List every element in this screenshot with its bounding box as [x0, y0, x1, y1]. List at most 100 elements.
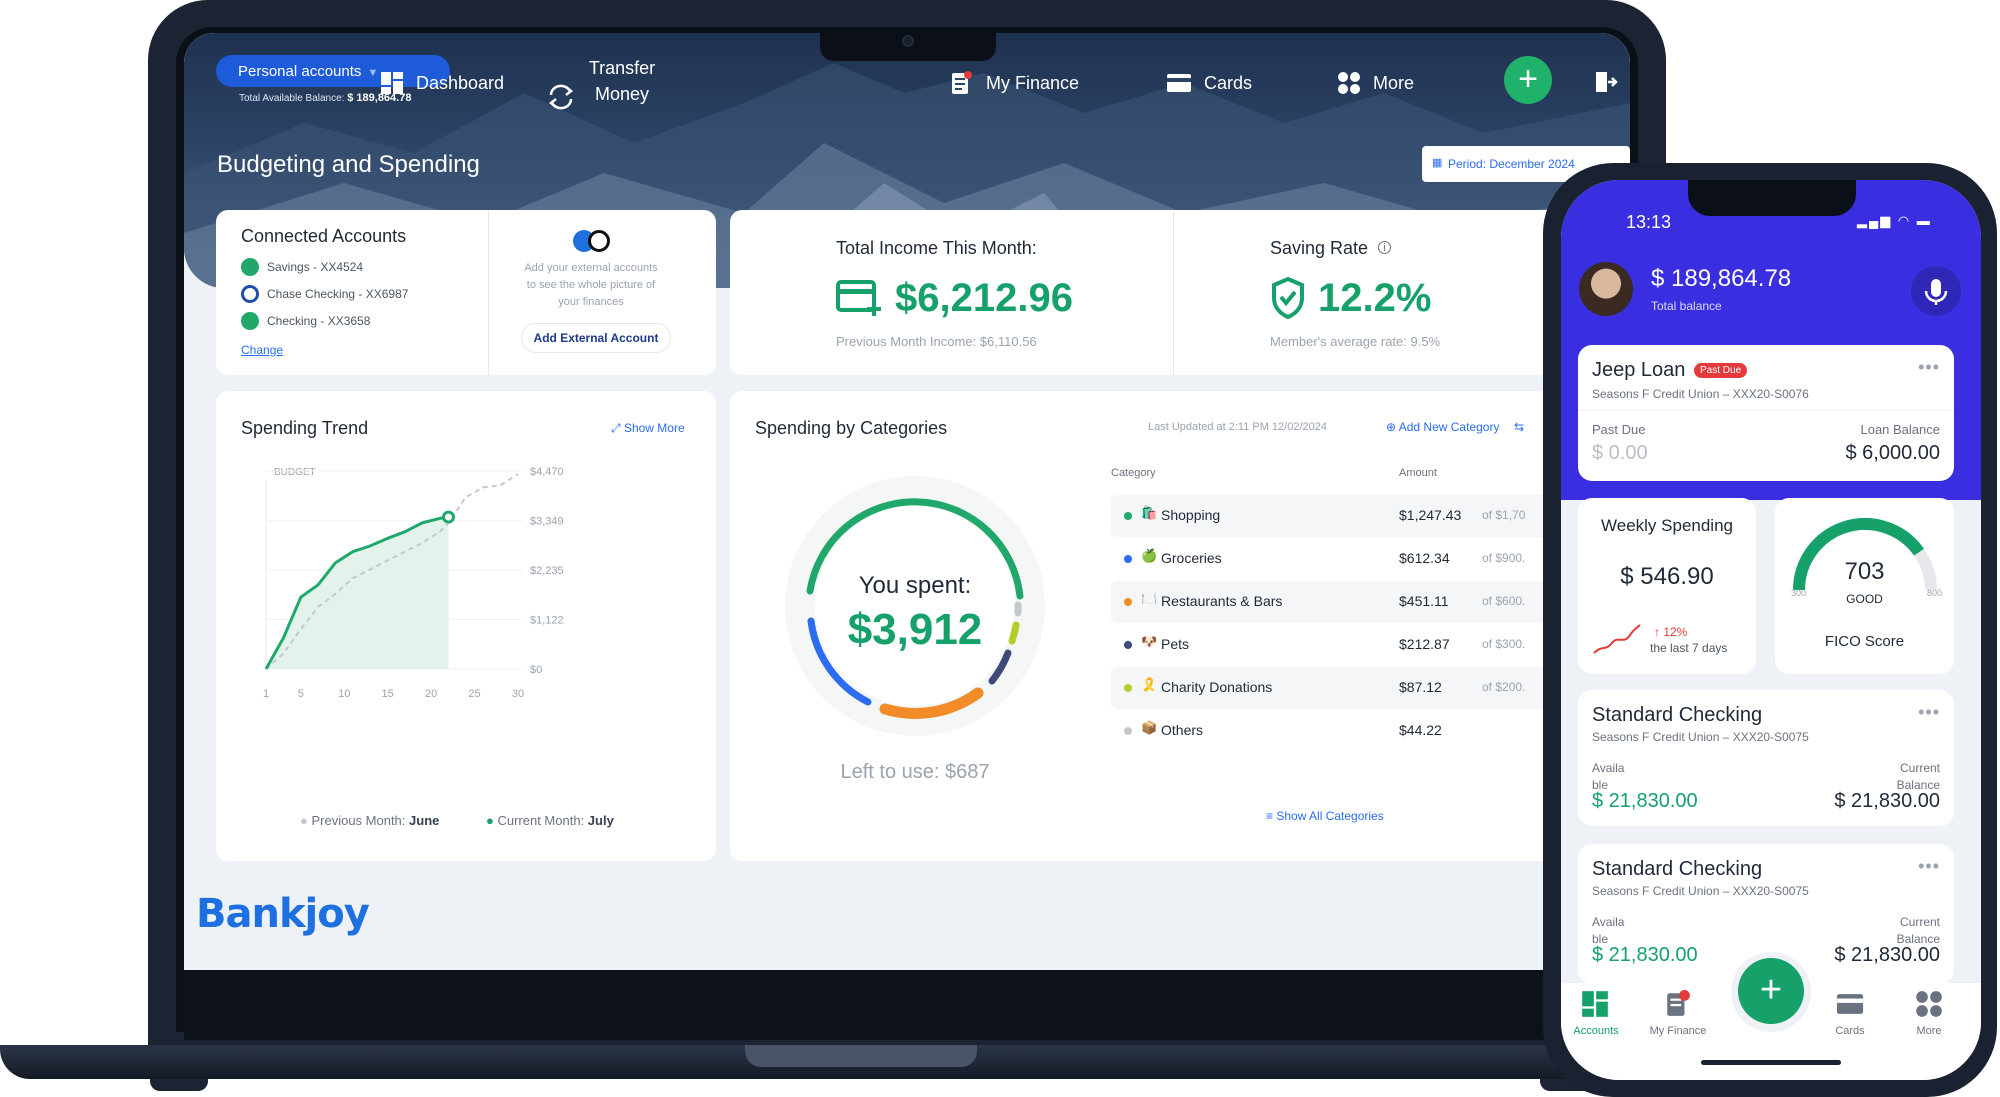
status-time: 13:13	[1626, 212, 1672, 232]
available-value: $ 21,830.00	[1592, 944, 1698, 966]
dashboard-icon	[381, 72, 403, 94]
phone-balance-label: Total balance	[1651, 299, 1722, 313]
ext-text-line: your finances	[558, 296, 624, 308]
categories-title: Spending by Categories	[755, 418, 948, 438]
category-amount: $451.11	[1399, 593, 1449, 609]
chevron-down-icon: ▼	[367, 67, 379, 79]
expand-icon: ⤢	[611, 421, 624, 435]
more-options-icon[interactable]: •••	[1918, 702, 1940, 723]
available-label: Availa	[1592, 761, 1625, 775]
current-balance-value: $ 21,830.00	[1834, 944, 1940, 966]
category-name: Others	[1161, 722, 1204, 738]
laptop-trackpad-notch	[745, 1045, 977, 1067]
transfer-icon[interactable]	[546, 83, 576, 111]
more-options-icon[interactable]: •••	[1918, 357, 1940, 378]
you-spent-label: You spent:	[858, 572, 972, 599]
sort-icon[interactable]: ⇆	[1514, 420, 1524, 434]
finance-document-icon	[1667, 990, 1690, 1016]
show-all-categories-link[interactable]: ≡ Show All Categories	[1266, 809, 1384, 823]
category-color-dot	[1124, 684, 1132, 692]
nav-transfer-line2: Money	[594, 84, 650, 104]
change-link[interactable]: Change	[241, 343, 283, 357]
phone-add-button[interactable]: +	[1738, 958, 1804, 1024]
category-row[interactable]: 🍏 Groceries $612.34 of $900.	[1111, 538, 1551, 580]
nav-transfer-money[interactable]: Transfer Money	[574, 55, 670, 107]
left-to-use: Left to use: $687	[840, 761, 990, 783]
category-icon: 🐶	[1141, 634, 1158, 649]
y-tick-label: $0	[530, 664, 542, 676]
tab-cards[interactable]: Cards	[1815, 1025, 1885, 1037]
fico-score-value: 703	[1844, 558, 1885, 585]
category-budget: of $1,70	[1482, 508, 1526, 522]
nav-more[interactable]: More	[1337, 71, 1414, 95]
weekly-change: ↑ 12%	[1654, 625, 1688, 639]
dashboard-icon	[1582, 991, 1608, 1017]
logout-icon[interactable]	[1594, 70, 1618, 94]
nav-dashboard[interactable]: Dashboard	[380, 71, 504, 95]
show-all-label: Show All Categories	[1276, 809, 1384, 823]
budget-label: BUDGET	[274, 467, 316, 478]
category-row[interactable]: 🍽️ Restaurants & Bars $451.11 of $600.	[1111, 581, 1551, 623]
fico-score-card[interactable]: 703 GOOD 300 800 FICO Score	[1775, 498, 1954, 674]
avatar[interactable]	[1579, 262, 1633, 316]
weekly-spending-title: Weekly Spending	[1601, 516, 1733, 535]
trend-sparkline	[1593, 624, 1641, 654]
nav-my-finance-label: My Finance	[986, 72, 1080, 93]
my-finance-tab-icon[interactable]	[1665, 990, 1691, 1023]
add-button[interactable]: +	[1504, 56, 1552, 104]
add-new-category-link[interactable]: ⊕ Add New Category	[1386, 420, 1499, 434]
account-checking[interactable]: Checking - XX3658	[241, 312, 370, 330]
more-grid-icon	[1916, 991, 1942, 1017]
weekly-spending-card[interactable]: Weekly Spending $ 546.90 ↑ 12% the last …	[1578, 498, 1756, 674]
legend-cur-value: July	[587, 813, 614, 828]
more-grid-icon	[1338, 72, 1360, 94]
fico-label: FICO Score	[1824, 633, 1905, 650]
account-savings[interactable]: Savings - XX4524	[241, 258, 363, 276]
divider	[488, 210, 489, 375]
microphone-button[interactable]	[1911, 266, 1961, 316]
more-tab-icon[interactable]	[1915, 990, 1943, 1023]
nav-cards[interactable]: Cards	[1166, 71, 1252, 95]
loan-card[interactable]: ••• Jeep Loan Past Due Seasons F Credit …	[1578, 345, 1954, 481]
nav-my-finance[interactable]: My Finance	[950, 71, 1079, 95]
tab-accounts[interactable]: Accounts	[1561, 1025, 1631, 1037]
cards-tab-icon[interactable]	[1835, 992, 1865, 1021]
accounts-tab-icon[interactable]	[1581, 990, 1609, 1018]
loan-balance-label: Loan Balance	[1860, 422, 1940, 437]
weekly-spending-value: $ 546.90	[1620, 563, 1714, 590]
more-options-icon[interactable]: •••	[1918, 856, 1940, 877]
x-tick-label: 5	[298, 688, 304, 700]
category-icon: 🍽️	[1141, 591, 1158, 606]
category-amount: $612.34	[1399, 550, 1450, 566]
category-row[interactable]: 🎗️ Charity Donations $87.12 of $200.	[1111, 667, 1551, 709]
category-icon: 🛍️	[1141, 505, 1158, 520]
x-tick-label: 15	[382, 688, 394, 700]
loan-title: Jeep Loan	[1592, 359, 1686, 381]
checking-account-card[interactable]: ••• Standard Checking Seasons F Credit U…	[1578, 690, 1954, 826]
camera-icon	[902, 35, 914, 47]
category-row[interactable]: 🐶 Pets $212.87 of $300.	[1111, 624, 1551, 666]
tab-more[interactable]: More	[1894, 1025, 1964, 1037]
tab-my-finance[interactable]: My Finance	[1643, 1025, 1713, 1037]
show-more-link[interactable]: ⤢ Show More	[611, 421, 685, 436]
info-icon[interactable]: i	[1378, 241, 1391, 254]
account-chase[interactable]: Chase Checking - XX6987	[241, 285, 408, 303]
x-tick-label: 1	[263, 688, 269, 700]
legend-previous: ● Previous Month: June	[300, 813, 439, 828]
phone-total-balance: $ 189,864.78	[1651, 265, 1792, 292]
account-label: Savings - XX4524	[267, 260, 364, 274]
calendar-icon: ▦	[1432, 157, 1443, 169]
account-subtitle: Seasons F Credit Union – XXX20-S0075	[1592, 884, 1809, 898]
category-budget: of $900.	[1482, 551, 1526, 565]
account-label: Checking - XX3658	[267, 314, 371, 328]
category-row[interactable]: 📦 Others $44.22	[1111, 710, 1551, 752]
sync-icon	[241, 312, 259, 330]
category-row[interactable]: 🛍️ Shopping $1,247.43 of $1,70	[1111, 495, 1551, 537]
status-icons: ▂▄▆ ◠ ▬	[1857, 213, 1932, 228]
microphone-icon	[1924, 279, 1948, 305]
laptop-screen: Personal accounts ▼ Total Available Balan…	[184, 33, 1630, 970]
add-external-account-button[interactable]: Add External Account	[521, 323, 671, 353]
spending-trend-title: Spending Trend	[241, 418, 369, 438]
current-month-area	[266, 517, 449, 669]
period-label: Period: December 2024	[1448, 157, 1575, 171]
